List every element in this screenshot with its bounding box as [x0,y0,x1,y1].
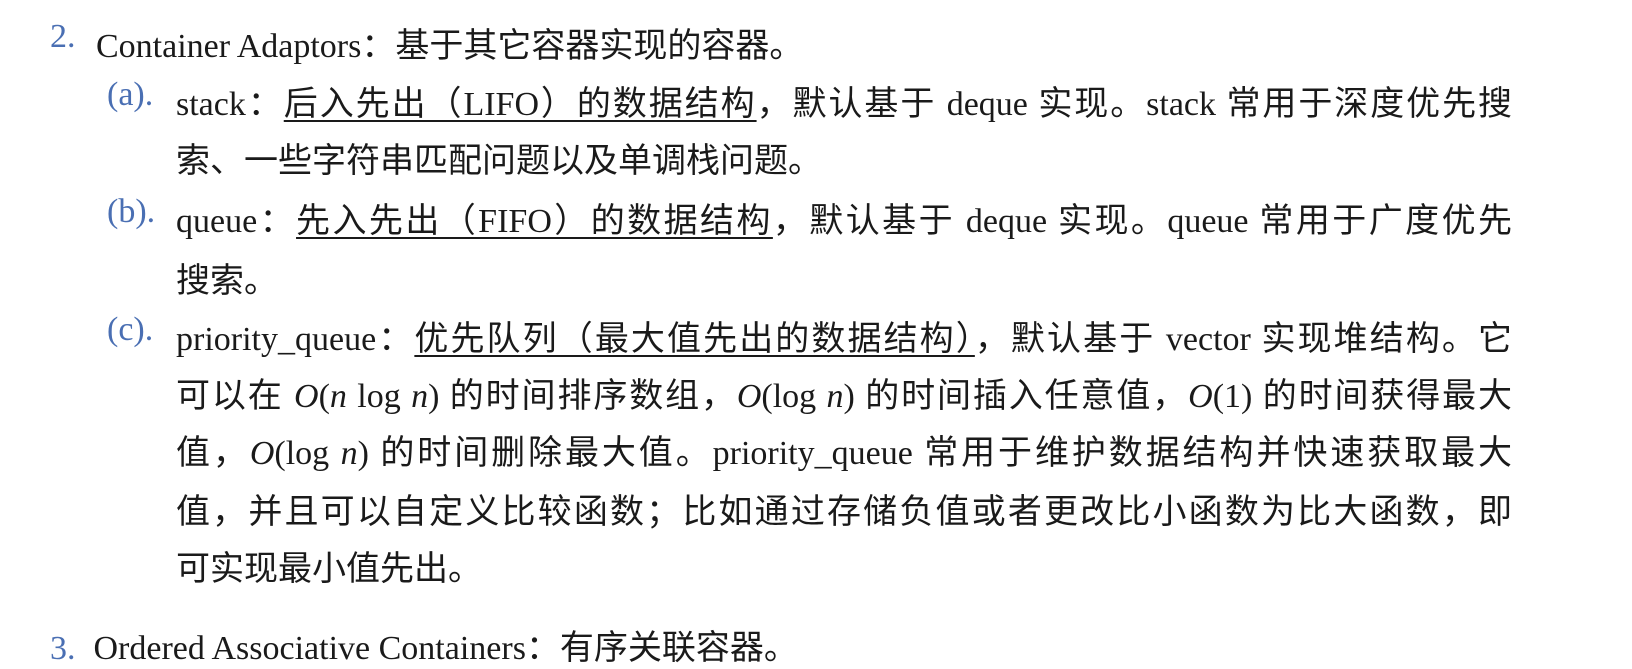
priority-queue-name: priority_queue [176,321,377,358]
stack-detail: ，默认基于 deque 实现。stack 常用于深度优先搜 [756,86,1513,123]
priority-queue-separator: ： [376,321,415,358]
sub-item-b-line-1: queue：先入先出（FIFO）的数据结构，默认基于 deque 实现。queu… [176,193,1512,242]
sub-item-c-line-5: 可实现最小值先出。 [176,551,482,588]
sub-item-a-line-1: stack：后入先出（LIFO）的数据结构，默认基于 deque 实现。stac… [176,76,1512,125]
math-symbol: O [736,378,762,415]
cut-off-next-item: 3. Ordered Associative Containers：有序关联容器。 [50,620,798,669]
sub-item-a-line-2: 索、一些字符串匹配问题以及单调栈问题。 [176,143,822,180]
sub-item-c-marker: (c). [107,311,154,348]
item-2-heading: Container Adaptors：基于其它容器实现的容器。 [96,18,803,67]
queue-definition: 先入先出（FIFO）的数据结构 [296,203,773,240]
text-span: ( [318,378,330,415]
sub-item-c-line-2: 可以在 O(n log n) 的时间排序数组，O(log n) 的时间插入任意值… [176,368,1512,417]
priority-queue-definition: 优先队列（最大值先出的数据结构） [414,321,975,358]
item-2-separator: ： [361,28,396,65]
stack-name: stack [176,86,246,123]
queue-separator: ： [257,203,297,240]
math-symbol: O [294,378,319,415]
sub-item-b-body: queue：先入先出（FIFO）的数据结构，默认基于 deque 实现。queu… [176,193,1512,303]
math-symbol: n [340,435,358,472]
math-symbol: O [249,435,275,472]
text-span: (log [274,435,341,472]
list-item-2: 2. Container Adaptors：基于其它容器实现的容器。 [0,18,1632,68]
math-symbol: n [411,378,429,415]
sub-item-b-marker: (b). [107,193,156,230]
item-2-description: 基于其它容器实现的容器。 [395,28,804,65]
stack-definition: 后入先出（LIFO）的数据结构 [283,86,757,123]
sub-item-c-line-1: priority_queue：优先队列（最大值先出的数据结构），默认基于 vec… [176,311,1512,360]
sub-item-a-marker: (a). [107,76,154,113]
sub-item-c-body: priority_queue：优先队列（最大值先出的数据结构），默认基于 vec… [176,311,1512,601]
sub-item-c-line-3: 值，O(log n) 的时间删除最大值。priority_queue 常用于维护… [176,425,1512,474]
stack-separator: ： [245,86,284,123]
sub-item-a-body: stack：后入先出（LIFO）的数据结构，默认基于 deque 实现。stac… [176,76,1512,186]
sub-item-c-line-4: 值，并且可以自定义比较函数；比如通过存储负值或者更改比小函数为比大函数，即 [176,494,1512,531]
math-symbol: O [1188,378,1213,415]
queue-name: queue [176,203,258,240]
text-span: 值， [176,435,250,472]
math-symbol: n [826,378,844,415]
text-span: (log [761,378,827,415]
text-span: ) 的时间删除最大值。priority_queue 常用于维护数据结构并快速获取… [357,435,1512,472]
queue-detail: ，默认基于 deque 实现。queue 常用于广度优先 [772,203,1512,240]
priority-queue-detail: ，默认基于 vector 实现堆结构。它 [974,321,1512,358]
item-2-title: Container Adaptors [96,28,362,65]
text-span: ) 的时间插入任意值， [843,378,1189,415]
item-3-text: Ordered Associative Containers：有序关联容器。 [93,630,798,667]
text-span: 可以在 [176,378,295,415]
item-3-number: 3. [50,630,76,667]
text-span: log [346,378,412,415]
item-2-number: 2. [50,18,76,55]
sub-item-b-line-2: 搜索。 [176,263,278,300]
document-page: 3. Ordered Associative Containers：有序关联容器。… [0,0,1632,667]
text-span: (1) 的时间获得最大 [1212,378,1512,415]
math-symbol: n [329,378,347,415]
text-span: ) 的时间排序数组， [428,378,737,415]
sub-item-c: (c). priority_queue：优先队列（最大值先出的数据结构），默认基… [0,311,1632,601]
sub-item-b: (b). queue：先入先出（FIFO）的数据结构，默认基于 deque 实现… [0,193,1632,303]
sub-item-a: (a). stack：后入先出（LIFO）的数据结构，默认基于 deque 实现… [0,76,1632,186]
